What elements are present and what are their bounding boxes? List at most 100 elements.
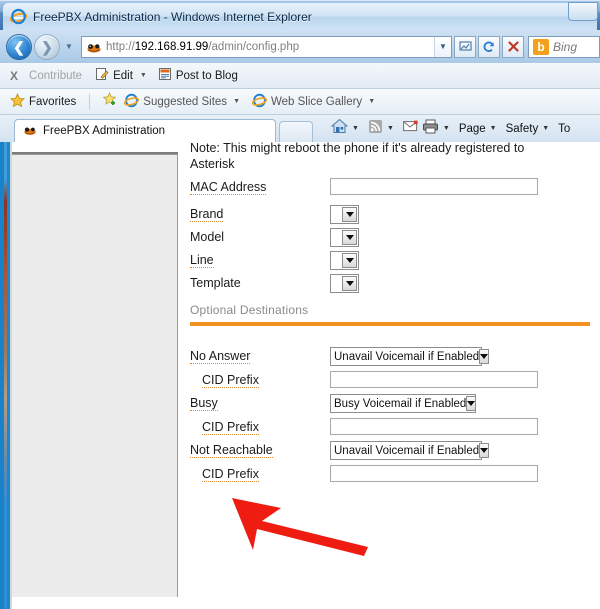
chevron-down-icon[interactable]: ▼	[387, 125, 394, 132]
internet-explorer-icon	[124, 93, 140, 111]
reboot-note: Note: This might reboot the phone if it'…	[190, 142, 525, 171]
search-placeholder: Bing	[553, 39, 578, 54]
post-to-blog-label: Post to Blog	[175, 69, 238, 82]
tab-label: FreePBX Administration	[43, 125, 166, 137]
form-row-mac-address: MAC Address	[178, 178, 600, 200]
busy-cid-prefix-input[interactable]	[330, 418, 538, 435]
add-to-favorites-icon[interactable]	[103, 91, 118, 112]
rss-feed-icon[interactable]	[368, 119, 383, 139]
left-nav-panel	[12, 154, 178, 597]
label-line: Line	[190, 253, 214, 268]
label-mac-address: MAC Address	[190, 180, 267, 195]
not-reachable-cid-prefix-input[interactable]	[330, 465, 538, 482]
model-select[interactable]	[330, 228, 359, 247]
contribute-label: Contribute	[29, 69, 83, 82]
stop-icon[interactable]	[502, 35, 524, 58]
address-text: http://192.168.91.99/admin/config.php	[106, 40, 300, 53]
busy-select-value: Busy Voicemail if Enabled	[334, 397, 467, 410]
line-select[interactable]	[330, 251, 359, 270]
internet-explorer-icon	[10, 8, 27, 25]
chevron-down-icon[interactable]: ▼	[352, 125, 359, 132]
form-row-not-reachable-cid-prefix: CID Prefix	[178, 465, 600, 487]
template-select[interactable]	[330, 274, 359, 293]
browser-window: FreePBX Administration - Windows Interne…	[0, 0, 600, 609]
address-dropdown-icon[interactable]: ▼	[434, 36, 451, 57]
no-answer-select[interactable]: Unavail Voicemail if Enabled	[330, 347, 490, 366]
bing-logo-icon: b	[533, 38, 549, 55]
home-icon[interactable]	[330, 118, 349, 139]
mail-icon[interactable]	[402, 120, 419, 138]
close-toolbar-icon[interactable]: X	[10, 69, 18, 83]
brand-select[interactable]	[330, 205, 359, 224]
busy-select[interactable]: Busy Voicemail if Enabled	[330, 394, 477, 413]
label-cid-prefix: CID Prefix	[202, 420, 259, 435]
chevron-down-icon	[479, 349, 490, 364]
form-row-busy: Busy Busy Voicemail if Enabled	[178, 394, 600, 416]
favorites-bar: Favorites Suggested Sites ▼ Web Slice Ga…	[0, 89, 600, 115]
label-template: Template	[190, 276, 241, 290]
page-menu-button[interactable]: Page	[459, 123, 486, 135]
label-busy: Busy	[190, 396, 218, 411]
form-row-template: Template	[178, 274, 600, 296]
optional-destinations-heading: Optional Destinations	[190, 303, 309, 317]
refresh-icon[interactable]	[478, 35, 500, 58]
page-content: Note: This might reboot the phone if it'…	[178, 142, 600, 609]
form-row-no-answer: No Answer Unavail Voicemail if Enabled	[178, 347, 600, 369]
window-left-edge	[0, 142, 12, 609]
tools-menu-button[interactable]: To	[558, 123, 570, 135]
command-bar: ▼ ▼ ▼ Page ▼ Safety ▼ To	[330, 118, 570, 142]
no-answer-select-value: Unavail Voicemail if Enabled	[334, 350, 480, 363]
compatibility-view-icon[interactable]	[454, 35, 476, 58]
edit-label: Edit	[113, 69, 133, 82]
mac-address-input[interactable]	[330, 178, 538, 195]
edit-pencil-icon	[95, 67, 109, 84]
page-viewport: Note: This might reboot the phone if it'…	[0, 142, 600, 609]
web-slice-gallery-button[interactable]: Web Slice Gallery ▼	[251, 93, 381, 111]
window-buttons[interactable]	[560, 1, 600, 23]
edit-button[interactable]: Edit	[95, 67, 133, 84]
label-cid-prefix: CID Prefix	[202, 467, 259, 482]
form-row-busy-cid-prefix: CID Prefix	[178, 418, 600, 440]
chevron-down-icon	[479, 443, 490, 458]
address-bar[interactable]: http://192.168.91.99/admin/config.php ▼	[81, 35, 452, 58]
post-to-blog-icon	[158, 67, 172, 84]
no-answer-cid-prefix-input[interactable]	[330, 371, 538, 388]
favorites-button[interactable]: Favorites	[10, 92, 76, 111]
tab-freepbx-administration[interactable]: FreePBX Administration	[14, 119, 276, 142]
chevron-down-icon[interactable]: ▼	[542, 125, 549, 132]
freepbx-favicon	[86, 39, 102, 55]
contribute-toolbar: X Contribute Edit ▼ Post to Blog	[0, 63, 600, 89]
suggested-sites-label: Suggested Sites	[143, 95, 228, 108]
not-reachable-select[interactable]: Unavail Voicemail if Enabled	[330, 441, 490, 460]
chevron-down-icon	[342, 253, 357, 268]
toolbar-divider	[89, 93, 91, 110]
chevron-down-icon	[466, 396, 477, 411]
not-reachable-select-value: Unavail Voicemail if Enabled	[334, 444, 480, 457]
post-to-blog-button[interactable]: Post to Blog	[158, 67, 238, 84]
section-divider-top	[190, 322, 590, 326]
safety-menu-button[interactable]: Safety	[506, 123, 539, 135]
back-button[interactable]: ❮	[6, 33, 32, 60]
chevron-down-icon[interactable]: ▼	[490, 125, 497, 132]
suggested-sites-button[interactable]: Suggested Sites ▼	[124, 93, 246, 111]
web-slice-gallery-label: Web Slice Gallery	[271, 95, 363, 108]
chevron-down-icon[interactable]: ▼	[443, 125, 450, 132]
label-cid-prefix: CID Prefix	[202, 373, 259, 388]
label-not-reachable: Not Reachable	[190, 443, 273, 458]
form-row-not-reachable: Not Reachable Unavail Voicemail if Enabl…	[178, 441, 600, 463]
navigation-bar: ❮ ❯ ▼ http://192.168.91.99/admin/config.…	[0, 30, 600, 63]
tab-bar: FreePBX Administration ▼ ▼ ▼ Page ▼ Safe…	[0, 115, 600, 142]
forward-button[interactable]: ❯	[34, 33, 60, 60]
chevron-down-icon[interactable]: ▼	[140, 72, 147, 79]
printer-icon[interactable]	[422, 119, 439, 139]
chevron-down-icon[interactable]: ▼	[233, 98, 240, 105]
restore-button[interactable]	[568, 2, 598, 21]
chevron-down-icon[interactable]: ▼	[368, 98, 375, 105]
label-model: Model	[190, 230, 225, 244]
new-tab-button[interactable]	[279, 121, 313, 142]
freepbx-favicon	[23, 123, 37, 140]
chevron-down-icon	[342, 230, 357, 245]
recent-pages-icon[interactable]: ▼	[62, 42, 76, 51]
search-input[interactable]: b Bing	[528, 35, 600, 58]
label-brand: Brand	[190, 207, 224, 222]
